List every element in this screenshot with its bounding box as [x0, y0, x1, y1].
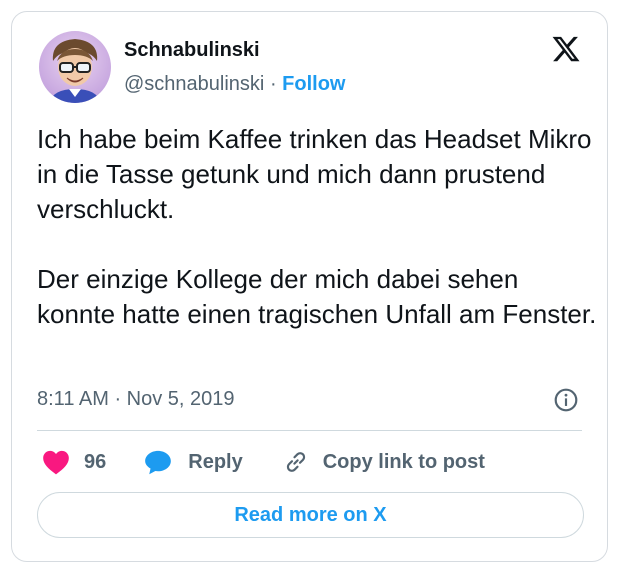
author-handle[interactable]: @schnabulinski	[124, 73, 264, 95]
info-icon[interactable]	[553, 387, 579, 413]
tweet-card: Schnabulinski @schnabulinski · Follow Ic…	[11, 11, 608, 562]
like-button[interactable]: 96	[42, 449, 106, 475]
handle-separator: ·	[269, 73, 277, 95]
link-icon	[286, 452, 305, 472]
divider	[37, 430, 582, 431]
copy-link-label: Copy link to post	[322, 450, 485, 473]
tweet-paragraph: Der einzige Kollege der mich dabei sehen…	[37, 264, 597, 329]
tweet-text: Ich habe beim Kaffee trinken das Headset…	[37, 122, 597, 332]
author-handle-row: @schnabulinski · Follow	[124, 72, 346, 96]
avatar-photo	[49, 39, 101, 103]
action-bar: 96 Reply Copy link to post	[37, 444, 485, 480]
copy-link-button[interactable]: Copy link to post	[283, 449, 485, 475]
reply-button[interactable]: Reply	[144, 449, 243, 475]
follow-button[interactable]: Follow	[282, 73, 345, 95]
speech-bubble-icon	[145, 450, 172, 475]
tweet-paragraph: Ich habe beim Kaffee trinken das Headset…	[37, 124, 592, 224]
like-count: 96	[84, 450, 107, 473]
author-name[interactable]: Schnabulinski	[124, 38, 260, 62]
avatar[interactable]	[39, 31, 111, 103]
read-more-button[interactable]: Read more on X	[37, 492, 584, 538]
tweet-timestamp[interactable]: 8:11 AM · Nov 5, 2019	[37, 387, 235, 411]
x-logo-icon[interactable]	[551, 34, 581, 64]
heart-icon	[43, 450, 69, 475]
reply-label: Reply	[188, 450, 243, 473]
